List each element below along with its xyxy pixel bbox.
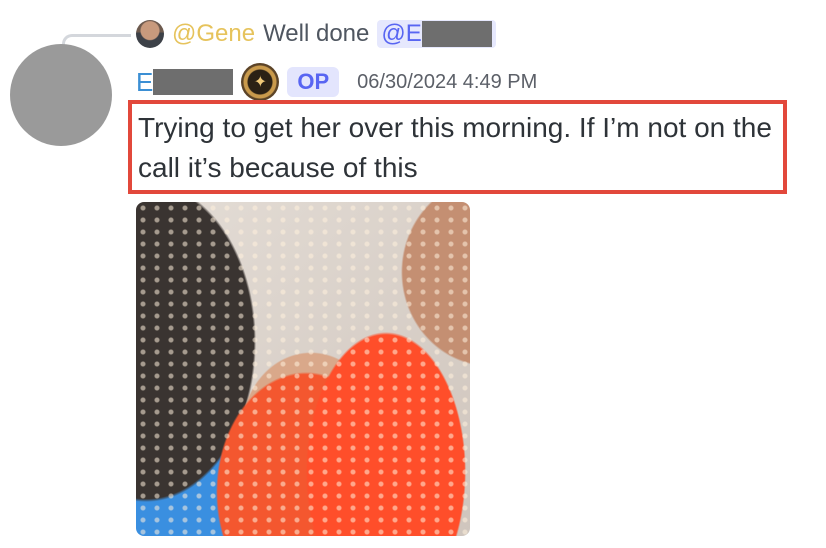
message-timestamp[interactable]: 06/30/2024 4:49 PM (357, 71, 537, 94)
reply-mention[interactable]: @E (377, 20, 496, 48)
image-attachment[interactable] (136, 202, 470, 536)
reply-reference[interactable]: @Gene Well done @E (136, 16, 496, 52)
highlighted-message: Trying to get her over this morning. If … (128, 100, 787, 194)
op-tag: OP (287, 67, 340, 97)
author-avatar[interactable] (10, 44, 112, 146)
reply-author[interactable]: @Gene (172, 20, 255, 48)
redaction-box (421, 21, 492, 47)
message-text: Trying to get her over this morning. If … (138, 112, 772, 183)
achievement-badge-icon[interactable]: ✦ (241, 63, 280, 101)
reply-avatar[interactable] (136, 20, 164, 48)
reply-preview-text: Well done (263, 20, 370, 47)
author-username[interactable]: E (136, 66, 234, 98)
redaction-box (153, 69, 234, 95)
message-header: E ✦ OP 06/30/2024 4:49 PM (136, 62, 537, 102)
username-text: E (136, 66, 154, 97)
mention-text: @E (381, 20, 422, 47)
